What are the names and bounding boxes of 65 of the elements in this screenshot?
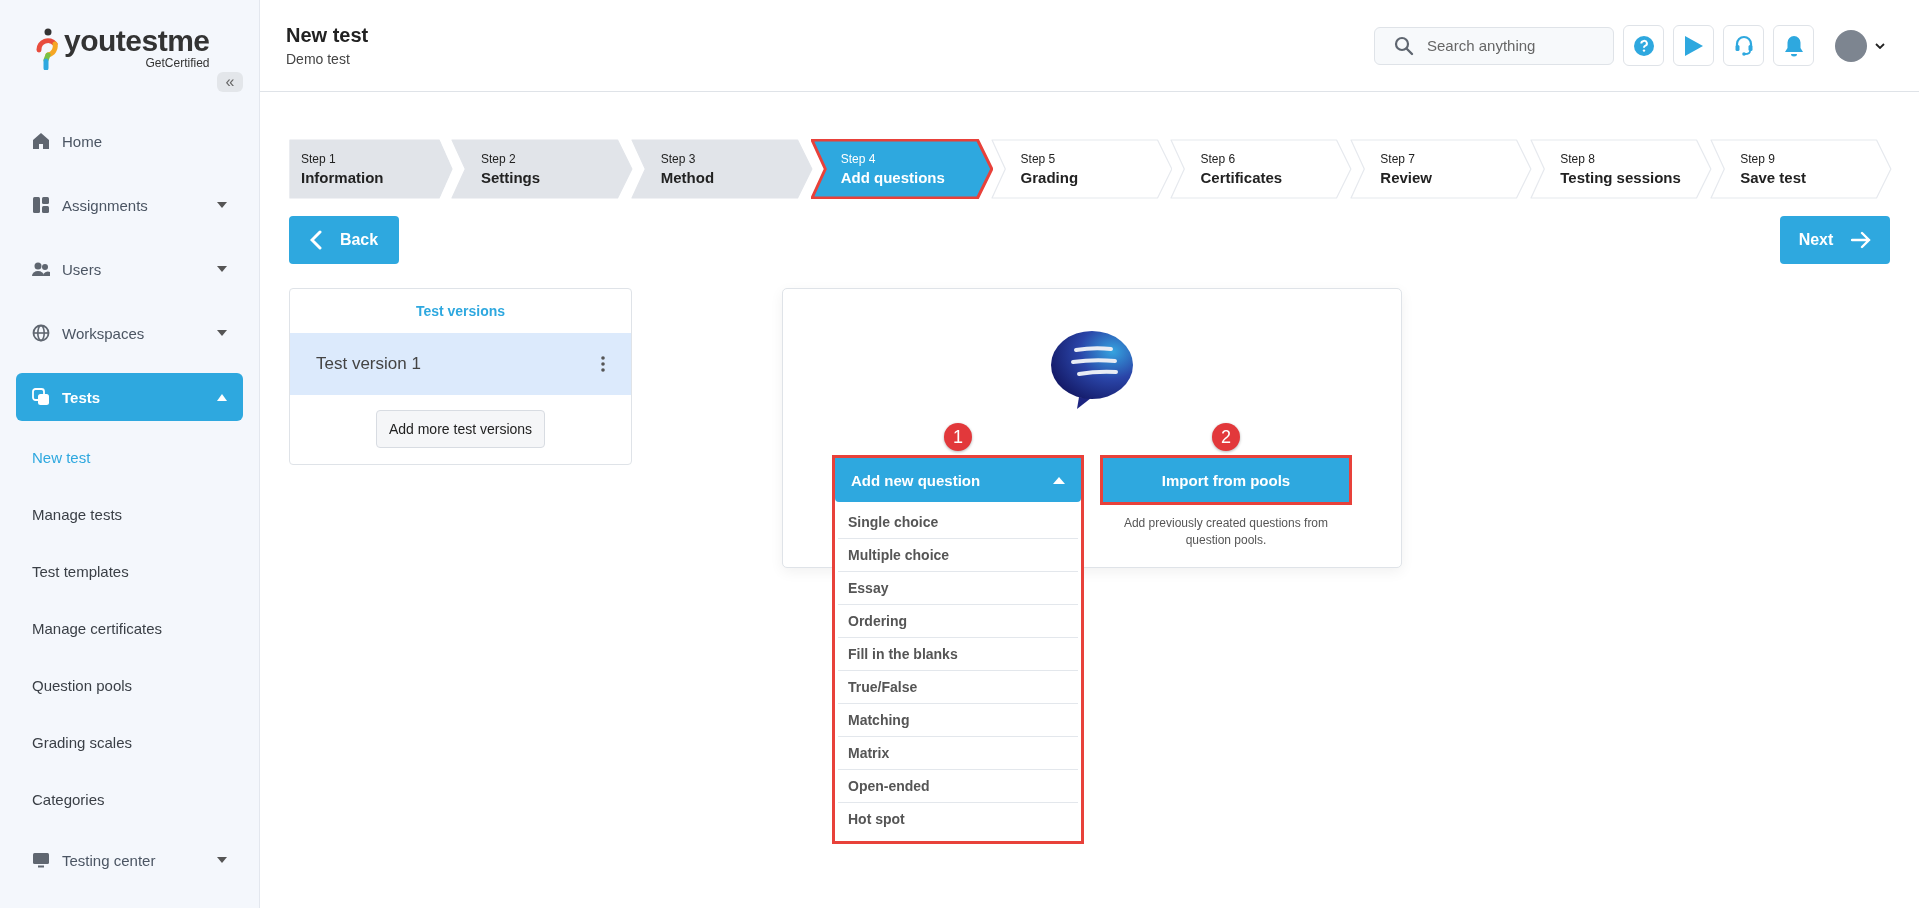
collapse-sidebar-button[interactable]: «: [217, 72, 243, 92]
help-button[interactable]: [1623, 25, 1664, 66]
sidebar-subitem[interactable]: Grading scales: [16, 714, 243, 771]
panel-title: Test versions: [414, 302, 507, 321]
step-number-badge: 1: [944, 423, 972, 451]
sidebar-item[interactable]: Assignments: [16, 181, 243, 229]
headset-icon: [1733, 34, 1754, 57]
wizard-step[interactable]: Step 3 Method: [630, 139, 813, 199]
sidebar-subitem[interactable]: Test templates: [16, 543, 243, 600]
notifications-button[interactable]: [1773, 25, 1814, 66]
wizard-step[interactable]: Step 5 Grading: [990, 139, 1173, 199]
wizard-step[interactable]: Step 8 Testing sessions: [1530, 139, 1713, 199]
arrow-left-icon: [309, 230, 322, 250]
question-type-option[interactable]: Essay: [838, 572, 1078, 605]
sidebar-subitem[interactable]: Categories: [16, 771, 243, 828]
home-icon: [32, 132, 50, 150]
wizard-step[interactable]: Step 6 Certificates: [1170, 139, 1353, 199]
page-subtitle: Demo test: [286, 51, 351, 67]
question-type-option[interactable]: Matching: [838, 704, 1078, 737]
grid-icon: [32, 196, 50, 214]
brand-tagline: GetCertified: [145, 56, 210, 70]
question-type-option[interactable]: True/False: [838, 671, 1078, 704]
support-button[interactable]: [1723, 25, 1764, 66]
wizard-step[interactable]: Step 2 Settings: [450, 139, 633, 199]
question-type-option[interactable]: Single choice: [838, 506, 1078, 539]
search-field[interactable]: Search anything: [1374, 26, 1614, 65]
play-button[interactable]: [1673, 25, 1714, 66]
wizard-step[interactable]: Step 1 Information: [289, 139, 453, 199]
search-icon: [1394, 35, 1414, 56]
globe-icon: [32, 324, 50, 342]
copies-icon: [32, 388, 50, 406]
users-icon: [32, 260, 50, 278]
monitor-icon: [32, 851, 50, 869]
logo-icon: [36, 28, 58, 70]
test-version-name: Test version 1: [316, 354, 421, 374]
sidebar-subitem[interactable]: Manage certificates: [16, 600, 243, 657]
question-type-option[interactable]: Ordering: [838, 605, 1078, 638]
chat-bubble-icon: [1049, 329, 1135, 411]
sidebar-item[interactable]: Testing center: [16, 836, 243, 884]
sidebar-subitem[interactable]: Question pools: [16, 657, 243, 714]
wizard-step[interactable]: Step 7 Review: [1350, 139, 1533, 199]
sidebar-item[interactable]: Users: [16, 245, 243, 293]
sidebar-subitem[interactable]: Manage tests: [16, 486, 243, 543]
chevron-down-icon[interactable]: [1875, 42, 1885, 49]
question-type-option[interactable]: Multiple choice: [838, 539, 1078, 572]
step-number-badge: 2: [1212, 423, 1240, 451]
help-icon: [1633, 35, 1654, 56]
arrow-right-icon: [1851, 231, 1872, 249]
question-type-option[interactable]: Hot spot: [838, 803, 1078, 835]
play-icon: [1683, 34, 1704, 57]
add-versions-button[interactable]: Add more test versions: [375, 410, 546, 448]
sidebar-item[interactable]: Workspaces: [16, 309, 243, 357]
wizard-step[interactable]: Step 9 Save test: [1710, 139, 1892, 199]
question-type-option[interactable]: Matrix: [838, 737, 1078, 770]
question-type-option[interactable]: Open-ended: [838, 770, 1078, 803]
test-version-item[interactable]: Test version 1: [290, 333, 631, 395]
user-avatar[interactable]: [1835, 29, 1867, 62]
question-type-option[interactable]: Fill in the blanks: [838, 638, 1078, 671]
import-description: Add previously created questions from question pools.: [1122, 515, 1330, 550]
bell-icon: [1783, 34, 1804, 57]
sidebar-item[interactable]: Home: [16, 117, 243, 165]
caret-icon: [1053, 476, 1065, 484]
brand-name: youtestme: [64, 26, 210, 56]
page-title: New test: [286, 24, 369, 47]
kebab-menu-icon[interactable]: [601, 356, 605, 372]
